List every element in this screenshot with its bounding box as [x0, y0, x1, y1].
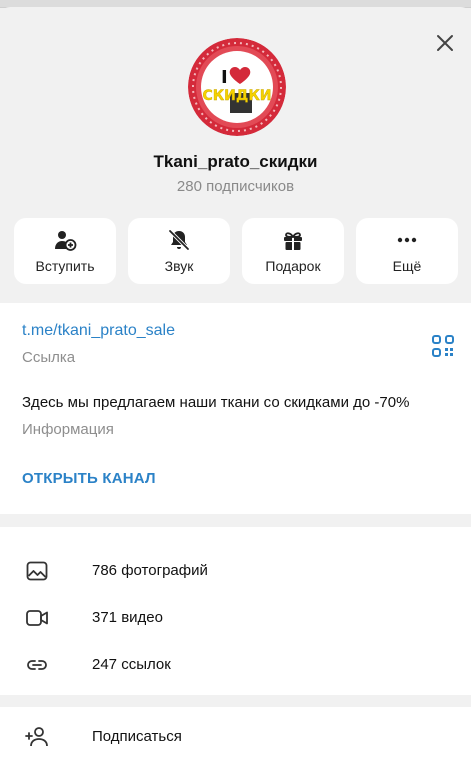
channel-description: Здесь мы предлагаем наши ткани со скидка…: [22, 394, 410, 411]
link-icon: [27, 660, 47, 670]
more-icon: [397, 237, 417, 243]
subscribe-label: Подписаться: [92, 728, 182, 745]
subscribe-card: Подписаться: [0, 707, 471, 767]
avatar-logo: I СКИДКИ: [188, 38, 286, 136]
channel-name: Tkani_prato_скидки: [153, 152, 318, 171]
bell-off-icon: [168, 229, 190, 251]
open-channel-button[interactable]: ОТКРЫТЬ КАНАЛ: [22, 470, 156, 487]
channel-link[interactable]: t.me/tkani_prato_sale: [22, 322, 175, 340]
more-label: Ещё: [392, 258, 422, 274]
links-count: 247 ссылок: [92, 656, 171, 673]
svg-text:СКИДКИ: СКИДКИ: [202, 88, 271, 104]
channel-info-panel: I СКИДКИ Tkani_prato_скидки 280 подписчи…: [0, 7, 471, 767]
mute-label: Звук: [164, 258, 194, 274]
links-row[interactable]: 247 ссылок: [0, 643, 471, 687]
gift-button[interactable]: Подарок: [242, 218, 344, 284]
photos-row[interactable]: 786 фотографий: [0, 549, 471, 593]
mute-button[interactable]: Звук: [128, 218, 230, 284]
channel-info-card: t.me/tkani_prato_sale Ссылка Здесь мы пр…: [0, 303, 471, 514]
photo-icon: [26, 561, 48, 581]
subscriber-count: 280 подписчиков: [176, 178, 295, 195]
more-button[interactable]: Ещё: [356, 218, 458, 284]
subscribe-row[interactable]: Подписаться: [0, 715, 471, 759]
shared-media-card: 786 фотографий 371 видео 247 ссылок: [0, 527, 471, 695]
video-icon: [26, 610, 48, 626]
join-label: Вступить: [35, 258, 95, 274]
qr-code-icon[interactable]: [432, 335, 454, 357]
close-icon[interactable]: [433, 31, 457, 55]
svg-text:I: I: [221, 67, 228, 88]
videos-count: 371 видео: [92, 609, 163, 626]
photos-count: 786 фотографий: [92, 562, 208, 579]
join-button[interactable]: Вступить: [14, 218, 116, 284]
channel-avatar[interactable]: I СКИДКИ: [188, 38, 286, 136]
videos-row[interactable]: 371 видео: [0, 596, 471, 640]
gift-label: Подарок: [265, 258, 321, 274]
gift-icon: [284, 232, 302, 250]
description-caption: Информация: [22, 421, 114, 438]
action-buttons: Вступить Звук Подарок Ещё: [14, 218, 458, 284]
add-person-icon: [25, 727, 48, 747]
add-user-icon: [55, 231, 77, 251]
link-caption: Ссылка: [22, 349, 76, 366]
